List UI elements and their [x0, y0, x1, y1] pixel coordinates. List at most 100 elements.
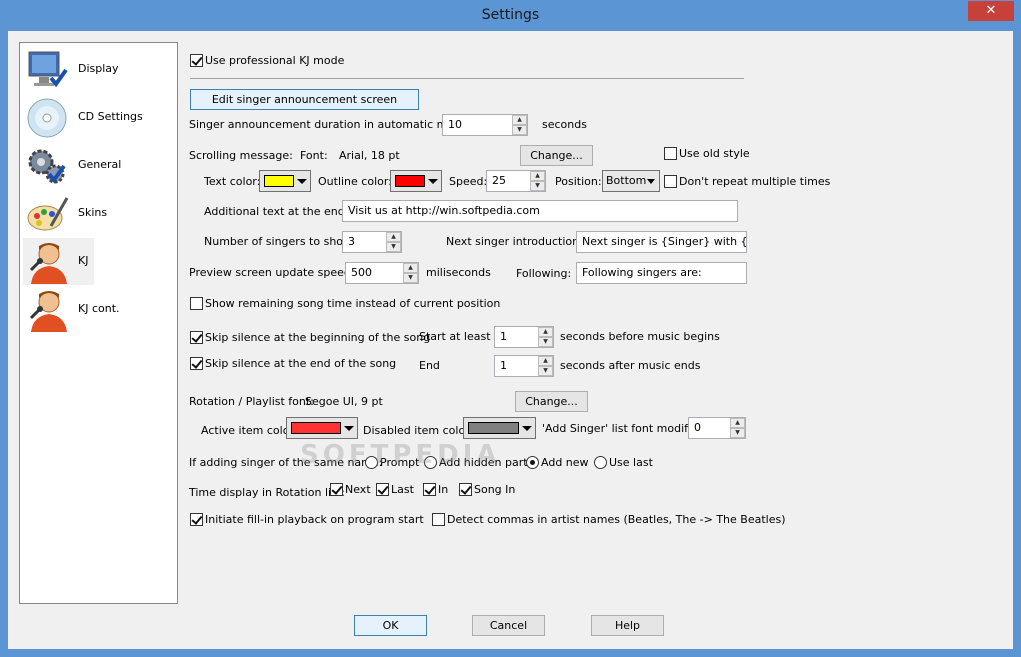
watermark: SOFTPEDIA — [300, 440, 501, 470]
skip-begin-label: Skip silence at the beginning of the son… — [205, 331, 431, 344]
speed-label: Speed: — [449, 175, 488, 188]
old-style-checkbox[interactable] — [664, 147, 677, 160]
outline-color-picker[interactable] — [390, 170, 442, 192]
outline-color-label: Outline color: — [318, 175, 392, 188]
spin-down-icon[interactable]: ▼ — [512, 125, 527, 135]
cancel-button[interactable]: Cancel — [472, 615, 545, 636]
sidebar-item-label: KJ — [78, 254, 89, 267]
pro-mode-label: Use professional KJ mode — [205, 54, 345, 67]
sidebar-item-general[interactable]: General — [23, 142, 173, 189]
radio-add-new-label: Add new — [541, 456, 589, 469]
sidebar-item-cd-settings[interactable]: CD Settings — [23, 94, 173, 141]
skip-begin-checkbox[interactable] — [190, 331, 203, 344]
old-style-label: Use old style — [679, 147, 750, 160]
radio-use-last[interactable] — [594, 456, 607, 469]
edit-announcement-button[interactable]: Edit singer announcement screen — [190, 89, 419, 110]
skip-end-checkbox[interactable] — [190, 357, 203, 370]
spin-down-icon[interactable]: ▼ — [530, 181, 545, 191]
time-song-in-label: Song In — [474, 483, 516, 496]
position-select[interactable]: Bottom — [602, 170, 660, 192]
time-last-label: Last — [391, 483, 414, 496]
time-song-in-checkbox[interactable] — [459, 483, 472, 496]
sidebar-item-label: Display — [78, 62, 119, 75]
settings-window: Settings ✕ Display CD Settings General S… — [0, 0, 1021, 657]
time-next-checkbox[interactable] — [330, 483, 343, 496]
title-bar: Settings ✕ — [0, 0, 1021, 32]
active-color-label: Active item color: — [201, 424, 298, 437]
change-font-button[interactable]: Change... — [520, 145, 593, 166]
rotation-font-label: Rotation / Playlist font: — [189, 395, 314, 408]
spin-up-icon[interactable]: ▲ — [538, 356, 553, 366]
spin-up-icon[interactable]: ▲ — [512, 115, 527, 125]
sidebar-item-display[interactable]: Display — [23, 46, 173, 93]
fillin-label: Initiate fill-in playback on program sta… — [205, 513, 424, 526]
outline-color-swatch — [395, 175, 425, 187]
disabled-color-label: Disabled item color: — [363, 424, 474, 437]
radio-use-last-label: Use last — [609, 456, 653, 469]
disabled-color-swatch — [468, 422, 519, 434]
position-label: Position: — [555, 175, 602, 188]
spin-down-icon[interactable]: ▼ — [730, 428, 745, 438]
rotation-change-button[interactable]: Change... — [515, 391, 588, 412]
end-label: End — [419, 359, 440, 372]
text-color-picker[interactable] — [259, 170, 311, 192]
remaining-time-label: Show remaining song time instead of curr… — [205, 297, 501, 310]
spin-down-icon[interactable]: ▼ — [538, 366, 553, 376]
sidebar-item-label: CD Settings — [78, 110, 143, 123]
additional-text-input[interactable]: Visit us at http://win.softpedia.com — [342, 200, 738, 222]
spin-up-icon[interactable]: ▲ — [403, 263, 418, 273]
next-intro-label: Next singer introduction: — [446, 235, 583, 248]
spin-down-icon[interactable]: ▼ — [538, 337, 553, 347]
spin-up-icon[interactable]: ▲ — [530, 171, 545, 181]
no-repeat-checkbox[interactable] — [664, 175, 677, 188]
spin-up-icon[interactable]: ▲ — [386, 232, 401, 242]
dropdown-arrow-icon — [522, 426, 532, 431]
font-label: Font: — [300, 149, 328, 162]
text-color-label: Text color: — [204, 175, 261, 188]
sidebar-item-skins[interactable]: Skins — [23, 190, 173, 237]
skip-end-label: Skip silence at the end of the song — [205, 357, 397, 370]
end-unit-label: seconds after music ends — [560, 359, 701, 372]
client-area: Display CD Settings General Skins KJ KJ … — [8, 31, 1013, 649]
sidebar-item-kj-cont[interactable]: KJ cont. — [23, 286, 173, 333]
following-input[interactable]: Following singers are: — [576, 262, 747, 284]
next-intro-input[interactable]: Next singer is {Singer} with {Song — [576, 231, 747, 253]
font-value: Arial, 18 pt — [339, 149, 400, 162]
close-icon[interactable]: ✕ — [968, 1, 1014, 21]
monitor-icon — [28, 51, 68, 88]
preview-unit-label: miliseconds — [426, 266, 491, 279]
category-list: Display CD Settings General Skins KJ KJ … — [19, 42, 178, 604]
pro-mode-checkbox[interactable] — [190, 54, 203, 67]
sidebar-item-kj[interactable]: KJ — [23, 238, 94, 285]
time-in-checkbox[interactable] — [423, 483, 436, 496]
disabled-color-picker[interactable] — [463, 417, 536, 439]
dropdown-arrow-icon — [344, 426, 354, 431]
start-unit-label: seconds before music begins — [560, 330, 720, 343]
preview-speed-label: Preview screen update speed: — [189, 266, 355, 279]
radio-add-new[interactable] — [526, 456, 539, 469]
singer-icon — [29, 243, 67, 284]
spin-up-icon[interactable]: ▲ — [730, 418, 745, 428]
dropdown-arrow-icon — [428, 179, 438, 184]
ok-button[interactable]: OK — [354, 615, 427, 636]
scrolling-message-label: Scrolling message: — [189, 149, 293, 162]
commas-checkbox[interactable] — [432, 513, 445, 526]
active-color-picker[interactable] — [286, 417, 358, 439]
spin-up-icon[interactable]: ▲ — [538, 327, 553, 337]
fillin-checkbox[interactable] — [190, 513, 203, 526]
remaining-time-checkbox[interactable] — [190, 297, 203, 310]
chevron-down-icon — [647, 179, 655, 184]
spin-down-icon[interactable]: ▼ — [386, 242, 401, 252]
modifier-label: 'Add Singer' list font modifier: — [542, 422, 706, 435]
help-button[interactable]: Help — [591, 615, 664, 636]
rotation-font-value: Segoe UI, 9 pt — [305, 395, 383, 408]
position-value: Bottom — [606, 174, 647, 187]
sidebar-item-label: KJ cont. — [78, 302, 120, 315]
time-in-label: In — [438, 483, 449, 496]
spin-down-icon[interactable]: ▼ — [403, 273, 418, 283]
sidebar-item-label: General — [78, 158, 122, 171]
time-last-checkbox[interactable] — [376, 483, 389, 496]
start-at-label: Start at least — [419, 330, 491, 343]
separator — [190, 78, 744, 79]
sidebar-item-label: Skins — [78, 206, 108, 219]
